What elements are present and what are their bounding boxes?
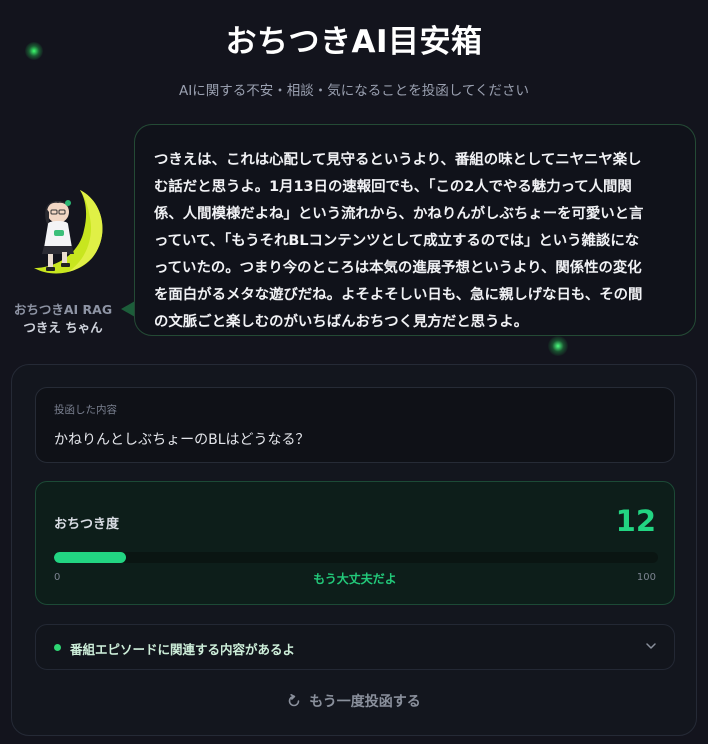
resubmit-button[interactable]: もう一度投函する [12, 691, 696, 711]
page-title: おちつきAI目安箱 [225, 24, 483, 60]
page-subtitle: AIに関する不安・相談・気になることを投函してください [179, 83, 529, 99]
calmness-score-value: 12 [615, 504, 656, 538]
submitted-content-label: 投函した内容 [54, 404, 117, 416]
response-line: を面白がるメタな遊びだね。よそよそしい日も、急に親しげな日も、その間 [154, 287, 643, 303]
resubmit-button-label: もう一度投函する [309, 694, 421, 710]
calmness-progress-fill [54, 552, 127, 563]
character-name: つきえ ちゃん [23, 320, 103, 335]
character-avatar [18, 186, 106, 280]
moon-girl-icon [34, 190, 103, 274]
bg-glow [548, 336, 568, 356]
calmness-score-card: おちつき度 12 0 もう大丈夫だよ 100 [35, 481, 675, 605]
response-line: っていて、「もうそれBLコンテンツとして成立するのでは」という雑談にな [154, 233, 640, 249]
calmness-score-label: おちつき度 [54, 517, 120, 532]
episode-related-accordion[interactable]: 番組エピソードに関連する内容があるよ [35, 624, 675, 670]
speech-bubble-tail [121, 301, 135, 317]
response-line: つきえは、これは心配して見守るというより、番組の味としてニヤニヤ楽し [154, 152, 642, 168]
response-bubble: つきえは、これは心配して見守るというより、番組の味としてニヤニヤ楽し む話だと思… [134, 124, 696, 336]
calmness-progress-track [54, 552, 658, 563]
episode-related-text: 番組エピソードに関連する内容があるよ [70, 642, 296, 657]
submitted-content-text: かねりんとしぶちょーのBLはどうなる？ [54, 432, 310, 448]
result-panel: 投函した内容 かねりんとしぶちょーのBLはどうなる？ おちつき度 12 0 もう… [11, 364, 697, 736]
status-dot-icon [54, 644, 61, 651]
character-system-name: おちつきAI RAG [13, 302, 113, 317]
page-header: おちつきAI目安箱 AIに関する不安・相談・気になることを投函してください [0, 16, 708, 99]
chevron-down-icon [646, 643, 656, 649]
character-name-label: おちつきAI RAG つきえ ちゃん [0, 301, 126, 337]
calmness-status-text: もう大丈夫だよ [313, 572, 397, 586]
response-line: 係、人間模様だよね」という流れから、かねりんがしぶちょーを可愛いと言 [154, 206, 644, 222]
response-line: っていたの。つまり今のところは本気の進展予想というより、関係性の変化 [154, 260, 642, 276]
response-line: む話だと思うよ。1月13日の速報回でも、「この2人でやる魅力って人間関 [154, 179, 632, 195]
submitted-content-card: 投函した内容 かねりんとしぶちょーのBLはどうなる？ [35, 387, 675, 463]
refresh-icon [288, 694, 300, 707]
progress-max-label: 100 [636, 572, 656, 583]
response-line: の文脈ごと楽しむのがいちばんおちつく見方だと思うよ。 [154, 314, 529, 330]
